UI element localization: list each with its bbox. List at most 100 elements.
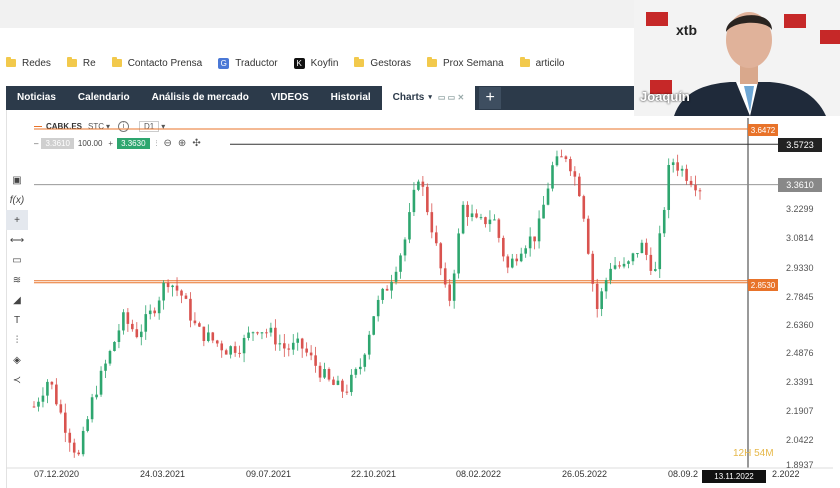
candle-body <box>390 281 393 291</box>
candle-body <box>207 332 210 342</box>
candle-body <box>37 401 40 407</box>
crosshair-date-label: 13.11.2022 <box>702 470 766 483</box>
candle-body <box>81 430 85 455</box>
y-tick-label: 3.2299 <box>786 204 814 214</box>
resistance-price-label: 3.6472 <box>748 124 778 136</box>
candle-body <box>224 350 228 355</box>
candle-body <box>667 164 671 210</box>
candle-body <box>524 248 527 254</box>
candle-body <box>314 355 317 366</box>
candle-body <box>479 217 483 219</box>
candle-body <box>269 327 273 333</box>
candle-body <box>77 452 80 455</box>
candle-body <box>90 397 94 420</box>
y-tick-label: 2.7845 <box>786 292 814 302</box>
support-price-label: 2.8530 <box>748 279 778 291</box>
x-tick-label: 26.05.2022 <box>562 469 608 479</box>
candle-body <box>247 332 250 338</box>
candle-body <box>291 342 295 350</box>
candle-body <box>72 442 76 453</box>
candle-body <box>265 332 268 334</box>
candle-body <box>372 316 376 335</box>
candle-body <box>309 352 313 356</box>
candle-body <box>350 374 353 393</box>
candle-body <box>698 190 702 192</box>
candle-body <box>475 213 478 218</box>
candle-body <box>184 295 188 299</box>
candle-body <box>636 253 639 255</box>
candle-body <box>202 326 206 342</box>
candle-body <box>640 242 644 254</box>
candle-body <box>171 285 174 288</box>
candle-body <box>443 268 447 285</box>
candle-body <box>470 213 474 218</box>
crosshair-price-label: 3.5723 <box>778 138 822 152</box>
candle-body <box>175 285 179 291</box>
candle-body <box>41 395 45 402</box>
candle-body <box>426 186 429 213</box>
candle-body <box>256 332 259 334</box>
xtb-logo: xtb <box>676 22 697 38</box>
candle-body <box>591 253 595 284</box>
candle-body <box>506 256 510 268</box>
candle-body <box>278 343 282 345</box>
candle-body <box>305 348 308 353</box>
candle-body <box>323 369 326 378</box>
candle-body <box>135 329 139 338</box>
candle-body <box>466 204 469 218</box>
candle-body <box>233 346 237 353</box>
candle-body <box>287 348 291 350</box>
x-tick-label: 08.02.2022 <box>456 469 502 479</box>
candle-body <box>166 282 170 288</box>
candle-body <box>627 261 630 264</box>
x-tick-label: 09.07.2021 <box>246 469 292 479</box>
y-tick-label: 2.0422 <box>786 435 814 445</box>
candle-body <box>658 233 662 270</box>
candle-body <box>198 323 201 327</box>
candle-body <box>104 363 107 371</box>
candle-body <box>126 312 130 324</box>
x-tick-label: 22.10.2021 <box>351 469 397 479</box>
candle-body <box>604 280 608 292</box>
candle-body <box>502 237 505 257</box>
candle-body <box>412 189 416 213</box>
candle-body <box>408 212 411 240</box>
candle-body <box>55 384 58 405</box>
candle-body <box>662 209 666 234</box>
candle-body <box>385 288 389 291</box>
candle-body <box>394 271 398 282</box>
candle-body <box>381 288 384 300</box>
candle-body <box>260 332 264 334</box>
candle-body <box>63 412 67 433</box>
candle-body <box>220 343 224 351</box>
y-tick-label: 2.3391 <box>786 377 814 387</box>
candle-body <box>685 168 688 181</box>
candle-body <box>211 332 215 341</box>
candle-body <box>399 255 402 272</box>
candle-body <box>99 370 103 395</box>
candle-body <box>345 391 349 393</box>
candle-body <box>461 204 465 234</box>
candle-body <box>139 331 143 338</box>
candle-body <box>95 394 98 398</box>
candle-body <box>694 184 697 191</box>
candle-body <box>488 219 492 225</box>
candle-body <box>676 162 679 171</box>
candle-body <box>528 236 532 249</box>
candle-body <box>680 168 684 171</box>
candle-body <box>631 253 635 262</box>
candle-body <box>336 380 340 385</box>
candle-body <box>363 354 367 367</box>
candle-body <box>157 300 161 314</box>
candle-body <box>32 406 36 408</box>
candle-body <box>595 283 599 310</box>
candle-body <box>573 171 577 177</box>
candle-body <box>122 312 125 331</box>
candle-body <box>180 290 183 296</box>
candle-body <box>332 379 335 385</box>
candle-body <box>251 332 255 334</box>
candle-body <box>452 273 456 301</box>
x-tick-label: 08.09.2 <box>668 469 699 479</box>
candle-body <box>46 381 49 396</box>
candle-body <box>189 298 192 321</box>
